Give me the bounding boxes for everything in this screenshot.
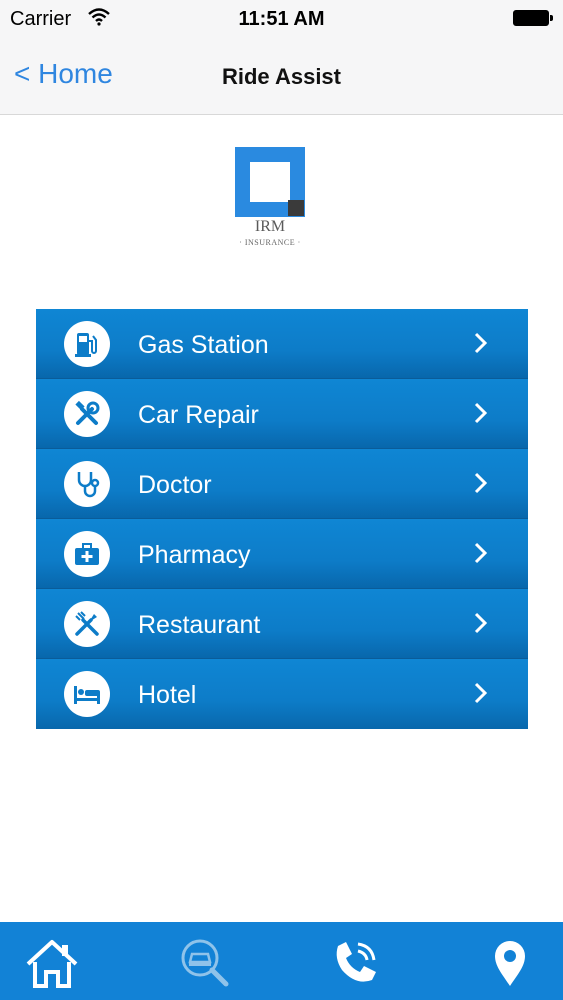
menu-item-gas-station[interactable]: Gas Station bbox=[36, 309, 528, 379]
status-time: 11:51 AM bbox=[238, 8, 325, 30]
menu-item-label: Gas Station bbox=[138, 331, 269, 359]
chevron-right-icon bbox=[474, 612, 488, 634]
fork-knife-icon bbox=[64, 601, 110, 647]
status-bar: Carrier 11:51 AM bbox=[0, 0, 563, 36]
tab-home[interactable] bbox=[24, 936, 80, 990]
chevron-right-icon bbox=[474, 542, 488, 564]
logo-subtitle: · INSURANCE · bbox=[239, 238, 301, 247]
home-icon bbox=[26, 940, 78, 988]
irm-insurance-logo: IRM · INSURANCE · bbox=[234, 146, 306, 248]
menu-item-label: Pharmacy bbox=[138, 541, 251, 569]
medical-kit-icon bbox=[64, 531, 110, 577]
menu-item-label: Restaurant bbox=[138, 611, 261, 639]
menu-item-label: Hotel bbox=[138, 681, 197, 709]
car-search-icon bbox=[181, 939, 229, 987]
tools-icon bbox=[64, 391, 110, 437]
chevron-right-icon bbox=[474, 682, 488, 704]
chevron-right-icon bbox=[474, 402, 488, 424]
menu-item-hotel[interactable]: Hotel bbox=[36, 659, 528, 729]
tab-call[interactable] bbox=[328, 936, 384, 990]
tab-search[interactable] bbox=[176, 936, 232, 990]
menu-item-doctor[interactable]: Doctor bbox=[36, 449, 528, 519]
logo-name: IRM bbox=[254, 218, 286, 235]
service-menu: Gas Station Car Repair Doctor Pharmacy R… bbox=[36, 309, 528, 729]
menu-item-pharmacy[interactable]: Pharmacy bbox=[36, 519, 528, 589]
chevron-right-icon bbox=[474, 332, 488, 354]
stethoscope-icon bbox=[64, 461, 110, 507]
menu-item-label: Doctor bbox=[138, 471, 212, 499]
menu-item-label: Car Repair bbox=[138, 401, 259, 429]
page-title: Ride Assist bbox=[221, 64, 341, 89]
menu-item-car-repair[interactable]: Car Repair bbox=[36, 379, 528, 449]
map-pin-icon bbox=[495, 941, 525, 986]
navigation-bar: < Home Ride Assist bbox=[0, 36, 563, 115]
phone-icon bbox=[336, 942, 376, 982]
bed-icon bbox=[64, 671, 110, 717]
menu-item-restaurant[interactable]: Restaurant bbox=[36, 589, 528, 659]
gas-pump-icon bbox=[64, 321, 110, 367]
battery-icon bbox=[513, 10, 553, 26]
tab-bar bbox=[0, 922, 563, 1000]
chevron-right-icon bbox=[474, 472, 488, 494]
tab-location[interactable] bbox=[482, 936, 538, 990]
